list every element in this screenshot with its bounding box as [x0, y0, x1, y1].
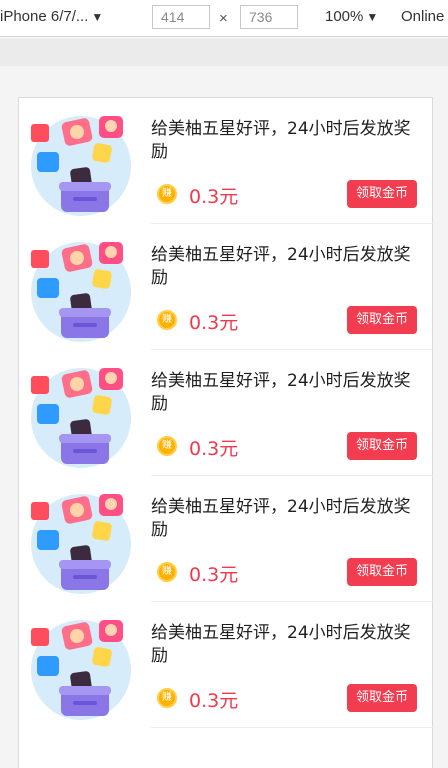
- claim-coins-button[interactable]: 领取金币: [347, 558, 417, 586]
- device-ruler: [0, 38, 448, 66]
- task-title: 给美柚五星好评，24小时后发放奖励: [151, 623, 411, 666]
- task-item: 给美柚五星好评，24小时后发放奖励 赚 0.3元 领取金币: [19, 350, 434, 476]
- width-input[interactable]: 414: [152, 5, 210, 29]
- network-select[interactable]: Online: [401, 8, 444, 25]
- coin-icon: 赚: [157, 310, 177, 330]
- task-title: 给美柚五星好评，24小时后发放奖励: [151, 245, 411, 288]
- device-viewport: 给美柚五星好评，24小时后发放奖励 赚 0.3元 领取金币 给美柚五星好评，24: [18, 97, 434, 768]
- chevron-down-icon: ▼: [91, 10, 104, 24]
- task-item: 给美柚五星好评，24小时后发放奖励 赚 0.3元 领取金币: [19, 98, 434, 224]
- coin-icon: 赚: [157, 436, 177, 456]
- device-label: iPhone 6/7/...: [0, 8, 89, 25]
- coin-icon: 赚: [157, 184, 177, 204]
- app-bag-illustration-icon: [29, 112, 133, 216]
- app-bag-illustration-icon: [29, 616, 133, 720]
- task-item: 给美柚五星好评，24小时后发放奖励 赚 0.3元 领取金币: [19, 602, 434, 728]
- claim-coins-button[interactable]: 领取金币: [347, 180, 417, 208]
- device-select[interactable]: iPhone 6/7/... ▼: [0, 8, 103, 25]
- coin-icon: 赚: [157, 562, 177, 582]
- reward-amount: 0.3元: [189, 564, 239, 586]
- reward-amount: 0.3元: [189, 438, 239, 460]
- zoom-select[interactable]: 100% ▼: [325, 8, 378, 25]
- task-item: 给美柚五星好评，24小时后发放奖励 赚 0.3元 领取金币: [19, 476, 434, 602]
- dimension-separator: ×: [219, 10, 228, 27]
- devtools-toolbar: iPhone 6/7/... ▼ 414 × 736 100% ▼ Online: [0, 0, 448, 37]
- reward-amount: 0.3元: [189, 186, 239, 208]
- divider: [151, 727, 434, 728]
- claim-coins-button[interactable]: 领取金币: [347, 306, 417, 334]
- coin-icon: 赚: [157, 688, 177, 708]
- claim-coins-button[interactable]: 领取金币: [347, 432, 417, 460]
- zoom-label: 100%: [325, 8, 364, 25]
- chevron-down-icon: ▼: [366, 10, 379, 24]
- task-title: 给美柚五星好评，24小时后发放奖励: [151, 497, 411, 540]
- task-title: 给美柚五星好评，24小时后发放奖励: [151, 371, 411, 414]
- task-title: 给美柚五星好评，24小时后发放奖励: [151, 119, 411, 162]
- height-input[interactable]: 736: [240, 5, 298, 29]
- task-item: 给美柚五星好评，24小时后发放奖励 赚 0.3元 领取金币: [19, 224, 434, 350]
- app-bag-illustration-icon: [29, 238, 133, 342]
- reward-amount: 0.3元: [189, 690, 239, 712]
- reward-amount: 0.3元: [189, 312, 239, 334]
- app-bag-illustration-icon: [29, 364, 133, 468]
- app-bag-illustration-icon: [29, 490, 133, 594]
- claim-coins-button[interactable]: 领取金币: [347, 684, 417, 712]
